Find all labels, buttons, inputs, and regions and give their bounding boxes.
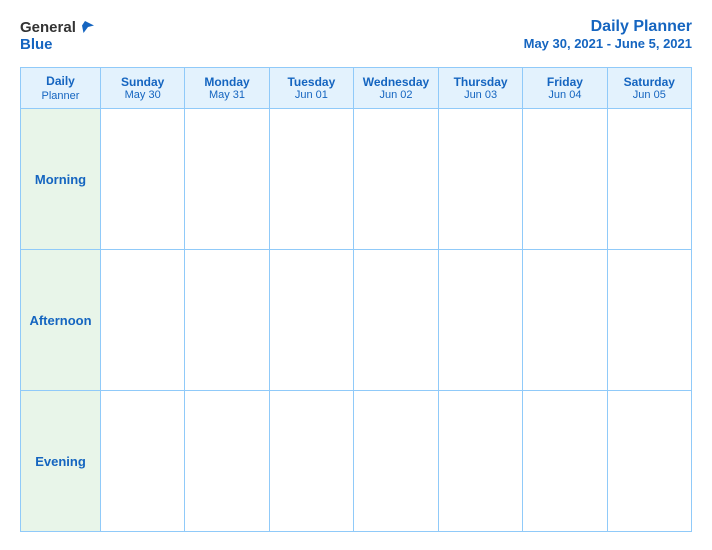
table-row-morning: Morning xyxy=(21,109,692,250)
evening-saturday[interactable] xyxy=(607,391,691,532)
header-daily: Daily xyxy=(46,74,75,88)
morning-saturday[interactable] xyxy=(607,109,691,250)
evening-friday[interactable] xyxy=(523,391,607,532)
column-header-thursday: Thursday Jun 03 xyxy=(438,68,522,109)
date-range: May 30, 2021 - June 5, 2021 xyxy=(524,36,692,51)
column-header-wednesday: Wednesday Jun 02 xyxy=(354,68,439,109)
header-planner: Planner xyxy=(42,90,80,102)
afternoon-tuesday[interactable] xyxy=(269,250,353,391)
afternoon-label: Afternoon xyxy=(21,250,101,391)
logo: General xyxy=(20,18,97,36)
column-header-saturday: Saturday Jun 05 xyxy=(607,68,691,109)
evening-monday[interactable] xyxy=(185,391,269,532)
saturday-name: Saturday xyxy=(612,75,687,89)
planner-table: Daily Planner Sunday May 30 Monday May 3… xyxy=(20,67,692,532)
friday-name: Friday xyxy=(527,75,602,89)
tuesday-name: Tuesday xyxy=(274,75,349,89)
morning-friday[interactable] xyxy=(523,109,607,250)
morning-sunday[interactable] xyxy=(101,109,185,250)
table-row-afternoon: Afternoon xyxy=(21,250,692,391)
afternoon-sunday[interactable] xyxy=(101,250,185,391)
column-header-monday: Monday May 31 xyxy=(185,68,269,109)
afternoon-wednesday[interactable] xyxy=(354,250,439,391)
thursday-date: Jun 03 xyxy=(443,89,518,101)
morning-tuesday[interactable] xyxy=(269,109,353,250)
logo-general-text: General xyxy=(20,19,76,36)
morning-monday[interactable] xyxy=(185,109,269,250)
column-header-friday: Friday Jun 04 xyxy=(523,68,607,109)
morning-thursday[interactable] xyxy=(438,109,522,250)
evening-thursday[interactable] xyxy=(438,391,522,532)
logo-blue-text: Blue xyxy=(20,36,53,53)
afternoon-monday[interactable] xyxy=(185,250,269,391)
title-area: Daily Planner May 30, 2021 - June 5, 202… xyxy=(524,18,692,51)
column-header-tuesday: Tuesday Jun 01 xyxy=(269,68,353,109)
tuesday-date: Jun 01 xyxy=(274,89,349,101)
afternoon-thursday[interactable] xyxy=(438,250,522,391)
page-header: General Blue Daily Planner May 30, 2021 … xyxy=(20,18,692,53)
wednesday-name: Wednesday xyxy=(358,75,434,89)
monday-date: May 31 xyxy=(189,89,264,101)
evening-wednesday[interactable] xyxy=(354,391,439,532)
logo-blue-line: Blue xyxy=(20,36,53,53)
table-row-evening: Evening xyxy=(21,391,692,532)
morning-wednesday[interactable] xyxy=(354,109,439,250)
logo-area: General Blue xyxy=(20,18,97,53)
afternoon-friday[interactable] xyxy=(523,250,607,391)
logo-bird-icon xyxy=(79,18,97,36)
evening-tuesday[interactable] xyxy=(269,391,353,532)
wednesday-date: Jun 02 xyxy=(358,89,434,101)
sunday-date: May 30 xyxy=(105,89,180,101)
evening-sunday[interactable] xyxy=(101,391,185,532)
column-header-sunday: Sunday May 30 xyxy=(101,68,185,109)
column-header-label: Daily Planner xyxy=(21,68,101,109)
monday-name: Monday xyxy=(189,75,264,89)
table-header-row: Daily Planner Sunday May 30 Monday May 3… xyxy=(21,68,692,109)
page-title: Daily Planner xyxy=(524,18,692,36)
saturday-date: Jun 05 xyxy=(612,89,687,101)
sunday-name: Sunday xyxy=(105,75,180,89)
thursday-name: Thursday xyxy=(443,75,518,89)
friday-date: Jun 04 xyxy=(527,89,602,101)
evening-label: Evening xyxy=(21,391,101,532)
afternoon-saturday[interactable] xyxy=(607,250,691,391)
morning-label: Morning xyxy=(21,109,101,250)
